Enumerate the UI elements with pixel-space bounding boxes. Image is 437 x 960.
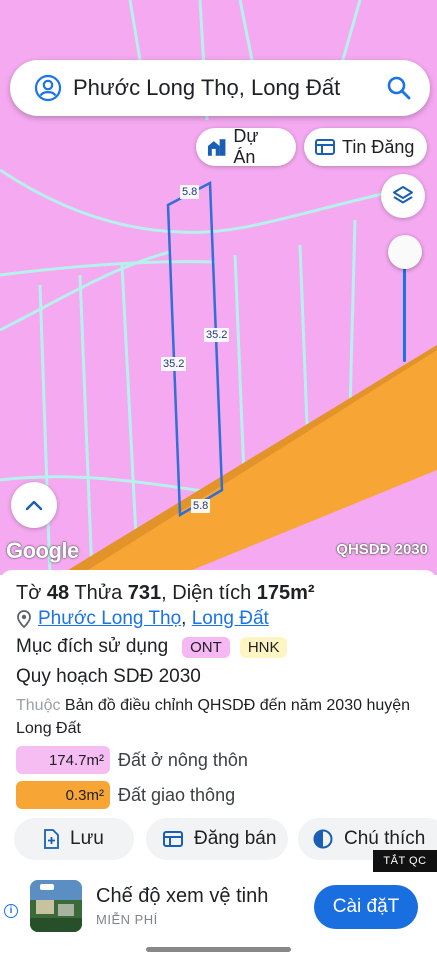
purpose-tag-ont[interactable]: ONT [182, 636, 230, 658]
search-bar[interactable]: Phước Long Thọ, Long Đất [10, 60, 430, 116]
save-icon [44, 829, 59, 849]
area-value: 175m² [256, 582, 315, 604]
source-text: Bản đồ điều chỉnh QHSDĐ đến năm 2030 huy… [16, 697, 411, 737]
building-icon [207, 139, 226, 156]
account-icon[interactable] [34, 74, 62, 107]
parcel-location: Phước Long Thọ, Long Đất [16, 608, 269, 630]
area-label: Diện tích [172, 582, 252, 604]
legend-row-residential: 174.7m² Đất ở nông thôn [16, 746, 248, 774]
ad-info-icon[interactable]: i [4, 904, 18, 918]
plot-edge-bottom-label: 5.8 [191, 499, 211, 513]
google-watermark: Google [6, 538, 79, 563]
post-for-sale-label: Đăng bán [194, 828, 277, 849]
expand-up-button[interactable] [11, 482, 57, 528]
purpose-tag-hnk[interactable]: HNK [239, 636, 288, 658]
source-prefix: Thuộc [16, 697, 61, 714]
plot-edge-top-label: 5.8 [180, 185, 200, 199]
location-district-link[interactable]: Long Đất [192, 608, 269, 630]
layer-badge: QHSDĐ 2030 [336, 541, 428, 558]
search-input[interactable]: Phước Long Thọ, Long Đất [73, 75, 340, 101]
save-button[interactable]: Lưu [14, 818, 134, 860]
layers-icon [393, 186, 413, 204]
lot-number: 731 [127, 582, 162, 604]
ad-banner[interactable]: i Chế độ xem vệ tinh MIỄN PHÍ Cài đặT [0, 872, 437, 942]
location-pin-icon [17, 610, 31, 628]
ad-title: Chế độ xem vệ tinh [96, 885, 269, 907]
legend-swatch-traffic: 0.3m² [16, 781, 110, 809]
projects-label: Dự Án [233, 126, 259, 167]
sheet-number: 48 [46, 582, 70, 604]
listings-label: Tin Đăng [342, 136, 415, 157]
map-view[interactable]: 5.8 35.2 35.2 5.8 Phước Long Thọ, Long Đ… [0, 0, 437, 575]
land-use-purpose: Mục đích sử dụng ONT HNK [16, 636, 288, 658]
save-label: Lưu [70, 828, 104, 849]
plan-source: Thuộc Bản đồ điều chỉnh QHSDĐ đến năm 20… [16, 694, 416, 740]
contrast-icon [313, 829, 333, 849]
sheet-label: Tờ [16, 582, 42, 604]
parcel-info-sheet: Tờ 48 Thửa 731, Diện tích 175m² Phước Lo… [0, 570, 437, 960]
legend-label-residential: Đất ở nông thôn [118, 749, 248, 770]
plan-title: Quy hoạch SDĐ 2030 [16, 666, 201, 687]
legend-row-traffic: 0.3m² Đất giao thông [16, 781, 235, 809]
post-for-sale-button[interactable]: Đăng bán [146, 818, 288, 860]
legend-swatch-residential: 174.7m² [16, 746, 110, 774]
listings-button[interactable]: Tin Đăng [304, 128, 427, 166]
search-icon[interactable] [386, 75, 412, 106]
parcel-header: Tờ 48 Thửa 731, Diện tích 175m² [16, 582, 315, 604]
install-button[interactable]: Cài đặT [314, 885, 418, 929]
plot-edge-left-label: 35.2 [161, 357, 187, 371]
location-separator: , [181, 608, 187, 629]
plot-edge-right-label: 35.2 [204, 328, 230, 342]
ad-app-icon[interactable] [30, 880, 82, 932]
legend-label-traffic: Đất giao thông [118, 784, 236, 805]
listing-icon [163, 831, 183, 847]
close-ad-button[interactable]: TẮT QC [373, 850, 437, 872]
chevron-up-icon [25, 500, 43, 511]
lot-label: Thửa [74, 582, 123, 604]
purpose-label: Mục đích sử dụng [16, 636, 169, 657]
ad-subtitle: MIỄN PHÍ [96, 912, 158, 927]
projects-button[interactable]: Dự Án [196, 126, 296, 167]
opacity-slider-thumb[interactable] [388, 235, 422, 269]
home-indicator[interactable] [146, 947, 291, 952]
location-commune-link[interactable]: Phước Long Thọ [38, 608, 181, 630]
legend-label: Chú thích [344, 828, 426, 849]
listing-icon [315, 139, 335, 155]
layers-button[interactable] [381, 174, 425, 218]
